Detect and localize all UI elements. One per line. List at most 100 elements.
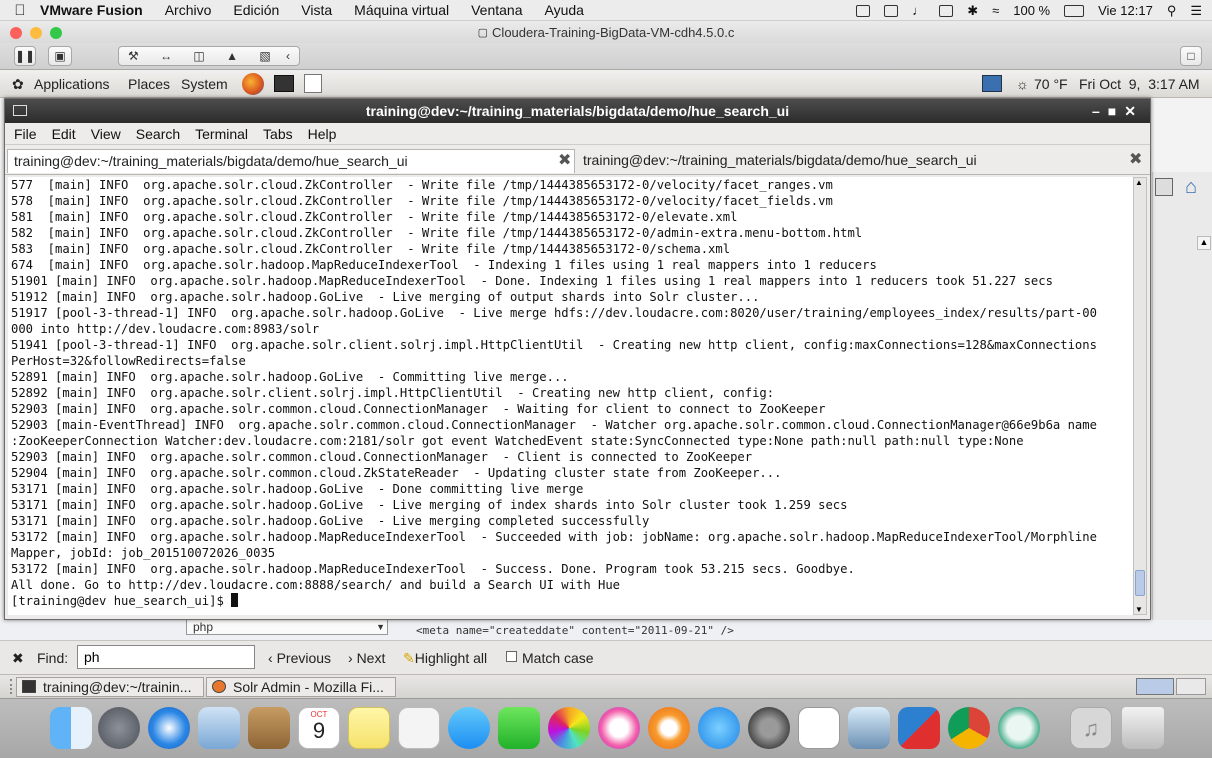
menu-edicion[interactable]: Edición: [233, 2, 279, 18]
applications-menu[interactable]: Applications: [34, 76, 110, 92]
notification-bell-icon[interactable]: ♩: [912, 3, 925, 18]
terminal-tab-2[interactable]: training@dev:~/training_materials/bigdat…: [577, 149, 1147, 173]
menu-ventana[interactable]: Ventana: [471, 2, 522, 18]
terminal-icon: [22, 680, 36, 693]
minimize-window-button[interactable]: [30, 27, 42, 39]
ibooks-icon[interactable]: [648, 707, 690, 749]
menu-search[interactable]: Search: [136, 126, 180, 142]
menu-view[interactable]: View: [91, 126, 121, 142]
vmware-fusion-icon[interactable]: [898, 707, 940, 749]
php-select[interactable]: php ▼: [186, 619, 388, 635]
battery-percent[interactable]: 100 %: [1013, 3, 1050, 18]
taskbar-item-terminal[interactable]: training@dev:~/trainin...: [16, 677, 204, 697]
vm-settings-button-group[interactable]: ⚒ ↔ ◫ ▲ ▧ ‹: [118, 46, 300, 66]
zoom-window-button[interactable]: [50, 27, 62, 39]
menu-terminal[interactable]: Terminal: [195, 126, 248, 142]
workspace-switcher[interactable]: [1136, 678, 1174, 695]
close-icon[interactable]: ✕: [1124, 103, 1144, 119]
taskbar-item-firefox[interactable]: Solr Admin - Mozilla Fi...: [206, 677, 396, 697]
window-controls: –■✕: [1092, 99, 1144, 123]
terminal-scrollbar[interactable]: ▲ ▼: [1133, 177, 1147, 615]
applications-icon: ✿: [12, 76, 24, 92]
terminal-launcher-icon[interactable]: [274, 75, 294, 92]
menu-archivo[interactable]: Archivo: [165, 2, 212, 18]
pause-vm-button[interactable]: ❚❚: [14, 46, 36, 66]
chrome-icon[interactable]: [948, 707, 990, 749]
system-preferences-icon[interactable]: [748, 707, 790, 749]
music-folder-icon[interactable]: ♫: [1070, 707, 1112, 749]
contacts-icon[interactable]: [248, 707, 290, 749]
panel-clock[interactable]: Fri Oct 9, 3:17 AM: [1079, 76, 1200, 92]
facetime-icon[interactable]: [498, 707, 540, 749]
status-app-icon[interactable]: [856, 4, 871, 17]
menu-help[interactable]: Help: [308, 126, 337, 142]
bookmark-icon[interactable]: [1155, 178, 1173, 196]
scroll-down-arrow[interactable]: ▼: [1135, 605, 1143, 614]
app-menu-vmware[interactable]: VMware Fusion: [40, 2, 143, 18]
show-desktop-icon[interactable]: [4, 679, 12, 694]
firefox-launcher-icon[interactable]: [242, 73, 264, 95]
app-store-icon[interactable]: [698, 707, 740, 749]
home-icon[interactable]: ⌂: [1185, 176, 1197, 199]
terminal-prompt[interactable]: [training@dev hue_search_ui]$: [11, 593, 1133, 609]
polar-icon[interactable]: [798, 707, 840, 749]
match-case-checkbox[interactable]: [506, 651, 517, 662]
apple-menu-icon[interactable]: : [0, 2, 40, 19]
terminal-tab-1[interactable]: training@dev:~/training_materials/bigdat…: [7, 149, 575, 173]
close-find-bar-icon[interactable]: ✖: [12, 650, 24, 667]
match-case-label[interactable]: Match case: [522, 650, 594, 666]
menu-extra-icon[interactable]: [939, 4, 954, 17]
weather-temperature[interactable]: 70 °F: [1034, 76, 1068, 92]
system-menu[interactable]: System: [181, 76, 228, 92]
menu-ayuda[interactable]: Ayuda: [545, 2, 584, 18]
menu-file[interactable]: File: [14, 126, 37, 142]
scroll-up-arrow[interactable]: ▲: [1197, 236, 1211, 250]
terminal-output-area[interactable]: 577 [main] INFO org.apache.solr.cloud.Zk…: [8, 177, 1133, 615]
close-window-button[interactable]: [10, 27, 22, 39]
preview-icon[interactable]: [848, 707, 890, 749]
snapshot-button[interactable]: ▣: [48, 46, 72, 66]
photos-icon[interactable]: [548, 707, 590, 749]
minimize-icon[interactable]: –: [1092, 103, 1108, 119]
safari-icon[interactable]: [148, 707, 190, 749]
highlight-all-button[interactable]: ✎Highlight all: [403, 650, 487, 667]
php-select-value: php: [193, 620, 214, 634]
find-next-button[interactable]: › Next: [348, 650, 385, 666]
scrollbar-thumb[interactable]: [1135, 570, 1145, 596]
maximize-icon[interactable]: ■: [1108, 103, 1124, 119]
terminal-line: 51941 [pool-3-thread-1] INFO org.apache.…: [11, 338, 1097, 352]
reminders-icon[interactable]: [398, 707, 440, 749]
finder-icon[interactable]: [50, 707, 92, 749]
screen-share-icon[interactable]: [884, 4, 899, 17]
launchpad-icon[interactable]: [98, 707, 140, 749]
places-menu[interactable]: Places: [128, 76, 170, 92]
fullscreen-button[interactable]: □: [1180, 46, 1202, 66]
workspace-switcher-2[interactable]: [1176, 678, 1206, 695]
itunes-icon[interactable]: [598, 707, 640, 749]
terminal-line: 51917 [pool-3-thread-1] INFO org.apache.…: [11, 306, 1097, 320]
find-previous-button[interactable]: ‹ Previous: [268, 650, 331, 666]
menu-vista[interactable]: Vista: [301, 2, 332, 18]
menu-edit[interactable]: Edit: [52, 126, 76, 142]
close-tab-icon[interactable]: ✖: [1129, 149, 1142, 171]
trash-icon[interactable]: [1122, 707, 1164, 749]
app-icon[interactable]: [998, 707, 1040, 749]
close-tab-icon[interactable]: ✖: [558, 150, 571, 172]
menu-maquina-virtual[interactable]: Máquina virtual: [354, 2, 449, 18]
messages-icon[interactable]: [448, 707, 490, 749]
calendar-icon[interactable]: OCT 9: [298, 707, 340, 749]
find-input[interactable]: [77, 645, 255, 669]
bluetooth-icon[interactable]: ✱: [967, 3, 978, 19]
menubar-clock[interactable]: Vie 12:17: [1098, 3, 1153, 18]
wifi-icon[interactable]: ≈: [992, 3, 999, 18]
mail-icon[interactable]: [198, 707, 240, 749]
text-editor-launcher-icon[interactable]: [304, 74, 322, 93]
menu-tabs[interactable]: Tabs: [263, 126, 293, 142]
spotlight-search-icon[interactable]: ⚲: [1167, 3, 1177, 19]
scroll-up-arrow[interactable]: ▲: [1135, 178, 1143, 187]
network-status-icon[interactable]: [982, 75, 1002, 92]
notification-center-icon[interactable]: ☰: [1190, 3, 1202, 19]
notes-icon[interactable]: [348, 707, 390, 749]
terminal-window: training@dev:~/training_materials/bigdat…: [4, 98, 1151, 620]
battery-icon[interactable]: [1064, 4, 1085, 17]
